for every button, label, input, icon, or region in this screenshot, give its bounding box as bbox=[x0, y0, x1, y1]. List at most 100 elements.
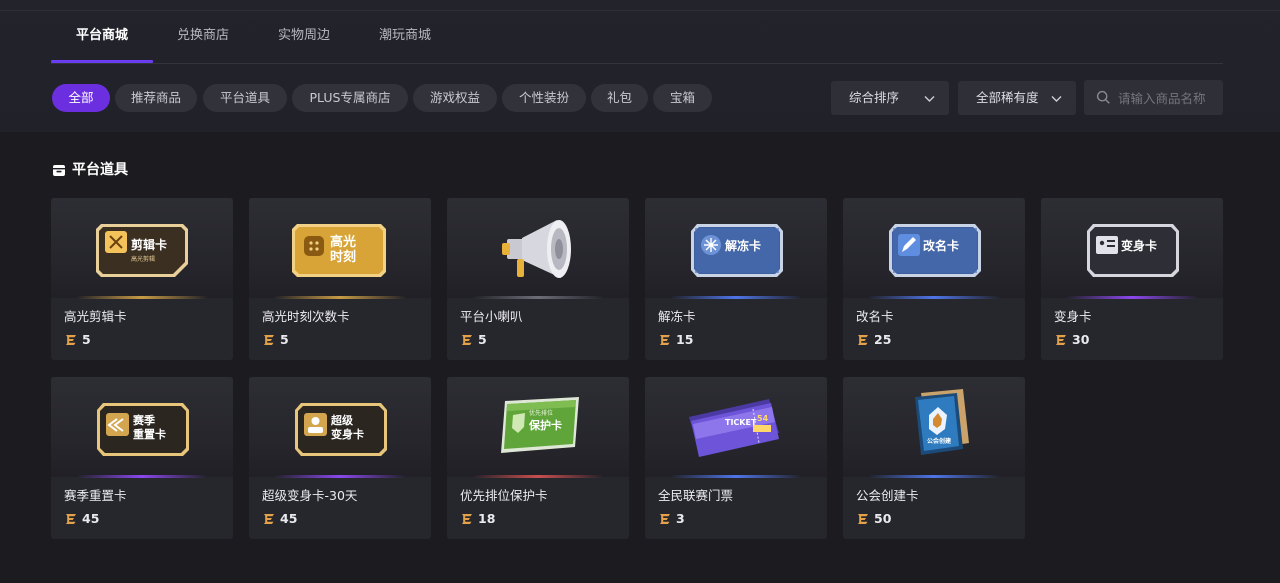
product-art bbox=[502, 220, 571, 278]
product-image: 超级 变身卡 bbox=[249, 377, 431, 477]
card-art-text: 解冻卡 bbox=[725, 238, 761, 253]
card-art-text: 高光 bbox=[330, 234, 356, 250]
coin-icon bbox=[462, 335, 472, 345]
product-card[interactable]: 优先排位 保护卡 优先排位保护卡 18 bbox=[447, 377, 629, 539]
chip-plus-shop[interactable]: PLUS专属商店 bbox=[292, 84, 408, 112]
chip-all[interactable]: 全部 bbox=[52, 84, 110, 112]
product-name: 优先排位保护卡 bbox=[460, 488, 548, 503]
price-amount: 3 bbox=[676, 511, 685, 526]
card-art-text: 重置卡 bbox=[133, 427, 166, 441]
product-image: 高光 时刻 bbox=[249, 198, 431, 298]
price-amount: 45 bbox=[82, 511, 100, 526]
search-input[interactable] bbox=[1116, 80, 1220, 117]
coin-icon bbox=[858, 514, 868, 524]
product-name: 改名卡 bbox=[856, 309, 894, 324]
chip-platform-items[interactable]: 平台道具 bbox=[203, 84, 287, 112]
coin-icon bbox=[660, 514, 670, 524]
product-card[interactable]: TICKET 54 全民联赛门票 3 bbox=[645, 377, 827, 539]
product-card[interactable]: 公会创建公会创建卡 50 bbox=[843, 377, 1025, 539]
rarity-glow bbox=[1066, 296, 1198, 299]
product-card[interactable]: 变身卡 变身卡 30 bbox=[1041, 198, 1223, 360]
rarity-glow bbox=[274, 475, 406, 478]
rarity-glow bbox=[868, 296, 1000, 299]
product-image: TICKET 54 bbox=[645, 377, 827, 477]
product-name: 公会创建卡 bbox=[856, 488, 919, 503]
coin-icon bbox=[462, 514, 472, 524]
product-art: 赛季重置卡 bbox=[97, 403, 189, 456]
card-art-text: 高光剪辑 bbox=[131, 255, 155, 263]
store-tab-bar: 平台商城 兑换商店 实物周边 潮玩商城 bbox=[51, 11, 1223, 64]
rarity-glow bbox=[472, 475, 604, 478]
chevron-down-icon bbox=[1051, 96, 1062, 102]
card-art-text: 赛季 bbox=[132, 413, 156, 427]
price-amount: 30 bbox=[1072, 332, 1090, 347]
tab-exchange-shop[interactable]: 兑换商店 bbox=[153, 11, 253, 61]
rarity-glow bbox=[670, 475, 802, 478]
product-name: 平台小喇叭 bbox=[460, 309, 523, 324]
product-card[interactable]: 高光 时刻高光时刻次数卡 5 bbox=[249, 198, 431, 360]
price-amount: 5 bbox=[82, 332, 91, 347]
rarity-glow bbox=[76, 475, 208, 478]
product-art: 超级变身卡 bbox=[295, 403, 387, 456]
tab-merchandise[interactable]: 实物周边 bbox=[253, 11, 355, 61]
card-art-text: 剪辑卡 bbox=[131, 237, 167, 252]
coin-icon bbox=[264, 514, 274, 524]
card-art-text: 优先排位 bbox=[529, 409, 553, 417]
product-art: 变身卡 bbox=[1087, 224, 1179, 277]
product-card[interactable]: 解冻卡 解冻卡 15 bbox=[645, 198, 827, 360]
price-amount: 15 bbox=[676, 332, 694, 347]
product-card[interactable]: 超级 变身卡 超级变身卡-30天 45 bbox=[249, 377, 431, 539]
active-tab-indicator bbox=[51, 60, 153, 63]
rarity-select-label: 全部稀有度 bbox=[976, 90, 1039, 105]
card-art-text: 变身卡 bbox=[331, 427, 364, 441]
card-art-text: TICKET bbox=[725, 418, 757, 427]
product-name: 高光时刻次数卡 bbox=[262, 309, 350, 324]
tab-trendy-toys[interactable]: 潮玩商城 bbox=[355, 11, 455, 61]
card-art-text: 超级 bbox=[330, 413, 354, 427]
product-name: 高光剪辑卡 bbox=[64, 309, 127, 324]
sort-select-label: 综合排序 bbox=[849, 90, 900, 105]
chip-game-benefits[interactable]: 游戏权益 bbox=[413, 84, 497, 112]
section-title: 平台道具 bbox=[72, 162, 128, 178]
product-image: 赛季 重置卡 bbox=[51, 377, 233, 477]
coin-icon bbox=[264, 335, 274, 345]
price-amount: 50 bbox=[874, 511, 892, 526]
coin-icon bbox=[1056, 335, 1066, 345]
rarity-glow bbox=[868, 475, 1000, 478]
price-amount: 5 bbox=[478, 332, 487, 347]
product-image: 变身卡 bbox=[1041, 198, 1223, 298]
sort-select[interactable]: 综合排序 bbox=[831, 81, 949, 115]
product-art: 改名卡 bbox=[889, 224, 981, 277]
chip-recommended[interactable]: 推荐商品 bbox=[115, 84, 197, 112]
product-art: 优先排位保护卡 bbox=[501, 397, 579, 453]
product-image bbox=[447, 198, 629, 298]
chip-treasure-box[interactable]: 宝箱 bbox=[653, 84, 712, 112]
product-art: 解冻卡 bbox=[691, 224, 783, 277]
store-page: 平台商城 兑换商店 实物周边 潮玩商城 全部 推荐商品 平台道具 PLUS专属商… bbox=[0, 0, 1280, 583]
chip-gift-pack[interactable]: 礼包 bbox=[591, 84, 648, 112]
store-icon bbox=[53, 165, 65, 176]
rarity-glow bbox=[472, 296, 604, 299]
card-art-text: 变身卡 bbox=[1121, 238, 1157, 253]
tab-platform-mall[interactable]: 平台商城 bbox=[51, 11, 153, 61]
product-art: 公会创建 bbox=[915, 389, 969, 455]
rarity-glow bbox=[670, 296, 802, 299]
product-card[interactable]: 平台小喇叭 5 bbox=[447, 198, 629, 360]
coin-icon bbox=[66, 335, 76, 345]
card-art-text: 保护卡 bbox=[528, 418, 562, 432]
product-art: 高光时刻 bbox=[292, 224, 386, 277]
coin-icon bbox=[66, 514, 76, 524]
product-card[interactable]: 剪辑卡高光剪辑高光剪辑卡 5 bbox=[51, 198, 233, 360]
chip-personal-decor[interactable]: 个性装扮 bbox=[502, 84, 586, 112]
product-art: 剪辑卡高光剪辑 bbox=[96, 224, 188, 277]
coin-icon bbox=[858, 335, 868, 345]
search-icon bbox=[1096, 90, 1110, 104]
price-amount: 5 bbox=[280, 332, 289, 347]
rarity-select[interactable]: 全部稀有度 bbox=[958, 81, 1076, 115]
card-art-text: 改名卡 bbox=[923, 238, 959, 253]
product-card[interactable]: 赛季 重置卡 赛季重置卡 45 bbox=[51, 377, 233, 539]
product-image: 公会创建 bbox=[843, 377, 1025, 477]
product-card[interactable]: 改名卡 改名卡 25 bbox=[843, 198, 1025, 360]
product-image: 剪辑卡 高光剪辑 bbox=[51, 198, 233, 298]
product-search bbox=[1084, 80, 1223, 117]
